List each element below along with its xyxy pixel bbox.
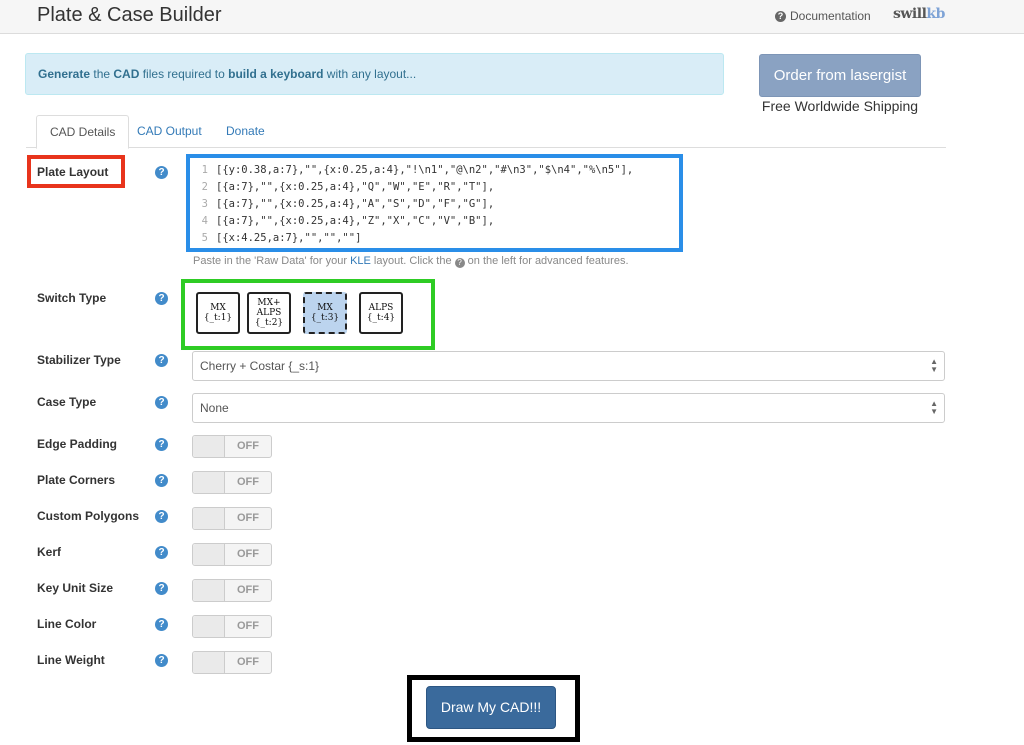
code-line: 2 [{a:7},"",{x:0.25,a:4},"Q","W","E","R",… <box>201 181 495 193</box>
tab-bar: CAD Details CAD Output Donate <box>26 115 946 149</box>
kle-link[interactable]: KLE <box>350 255 371 267</box>
toggle-knob <box>193 580 225 601</box>
switch-option-mx[interactable]: MX {_t:1} <box>196 292 240 334</box>
toggle-knob <box>193 508 225 529</box>
key-unit-size-help-icon[interactable]: ? <box>155 582 168 595</box>
switch-option-mx-alps[interactable]: MX+ ALPS {_t:2} <box>247 292 291 334</box>
plate-corners-toggle[interactable]: OFF <box>192 471 272 494</box>
stabilizer-type-value: Cherry + Costar {_s:1} <box>200 359 320 373</box>
custom-polygons-label: Custom Polygons <box>37 509 140 523</box>
key-unit-size-label: Key Unit Size <box>37 581 114 595</box>
case-type-help-icon[interactable]: ? <box>155 396 168 409</box>
stabilizer-type-label: Stabilizer Type <box>37 353 121 367</box>
app-title: Plate & Case Builder <box>37 4 222 26</box>
info-banner: Generate the CAD files required to build… <box>25 53 724 95</box>
select-arrows-icon: ▲ ▼ <box>930 399 938 416</box>
code-line: 5 [{x:4.25,a:7},"","",""] <box>201 232 362 244</box>
plate-corners-help-icon[interactable]: ? <box>155 474 168 487</box>
case-type-label: Case Type <box>37 395 97 409</box>
switch-type-help-icon[interactable]: ? <box>155 292 168 305</box>
question-circle-icon: ? <box>775 10 786 22</box>
toggle-knob <box>193 436 225 457</box>
documentation-link[interactable]: ? Documentation <box>775 9 871 23</box>
code-line: 4 [{a:7},"",{x:0.25,a:4},"Z","X","C","V",… <box>201 215 495 227</box>
line-weight-label: Line Weight <box>37 653 105 667</box>
order-from-lasergist-button[interactable]: Order from lasergist <box>759 54 921 97</box>
kerf-toggle[interactable]: OFF <box>192 543 272 566</box>
code-line: 1 [{y:0.38,a:7},"",{x:0.25,a:4},"!\n1","@… <box>201 164 634 176</box>
top-bar: Plate & Case Builder ? Documentation swi… <box>0 0 1024 34</box>
kerf-label: Kerf <box>37 545 62 559</box>
tab-cad-output[interactable]: CAD Output <box>124 115 215 148</box>
custom-polygons-help-icon[interactable]: ? <box>155 510 168 523</box>
line-weight-toggle[interactable]: OFF <box>192 651 272 674</box>
toggle-knob <box>193 616 225 637</box>
toggle-knob <box>193 652 225 673</box>
custom-polygons-toggle[interactable]: OFF <box>192 507 272 530</box>
line-color-help-icon[interactable]: ? <box>155 618 168 631</box>
draw-my-cad-button[interactable]: Draw My CAD!!! <box>426 686 556 729</box>
key-unit-size-toggle[interactable]: OFF <box>192 579 272 602</box>
stabilizer-type-help-icon[interactable]: ? <box>155 354 168 367</box>
case-type-value: None <box>200 401 229 415</box>
plate-layout-label: Plate Layout <box>37 165 109 179</box>
switch-option-mx-3[interactable]: MX {_t:3} <box>303 292 347 334</box>
stabilizer-type-select[interactable]: Cherry + Costar {_s:1} ▲ ▼ <box>192 351 945 381</box>
plate-corners-label: Plate Corners <box>37 473 116 487</box>
case-type-select[interactable]: None ▲ ▼ <box>192 393 945 423</box>
plate-layout-hint: Paste in the 'Raw Data' for your KLE lay… <box>193 255 629 268</box>
select-arrows-icon: ▲ ▼ <box>930 357 938 374</box>
code-line: 3 [{a:7},"",{x:0.25,a:4},"A","S","D","F",… <box>201 198 495 210</box>
plate-layout-editor[interactable]: 1 [{y:0.38,a:7},"",{x:0.25,a:4},"!\n1","@… <box>194 162 678 248</box>
edge-padding-help-icon[interactable]: ? <box>155 438 168 451</box>
documentation-label: Documentation <box>790 9 871 23</box>
line-weight-help-icon[interactable]: ? <box>155 654 168 667</box>
line-color-toggle[interactable]: OFF <box>192 615 272 638</box>
line-color-label: Line Color <box>37 617 97 631</box>
switch-type-label: Switch Type <box>37 291 107 305</box>
toggle-knob <box>193 544 225 565</box>
brand-logo[interactable]: swillkb <box>893 6 945 22</box>
toggle-knob <box>193 472 225 493</box>
tab-cad-details[interactable]: CAD Details <box>36 115 130 149</box>
tab-donate[interactable]: Donate <box>213 115 278 148</box>
edge-padding-toggle[interactable]: OFF <box>192 435 272 458</box>
kerf-help-icon[interactable]: ? <box>155 546 168 559</box>
plate-layout-help-icon[interactable]: ? <box>155 166 168 179</box>
shipping-note: Free Worldwide Shipping <box>761 98 919 114</box>
edge-padding-label: Edge Padding <box>37 437 118 451</box>
question-circle-icon: ? <box>454 258 465 268</box>
switch-option-alps[interactable]: ALPS {_t:4} <box>359 292 403 334</box>
